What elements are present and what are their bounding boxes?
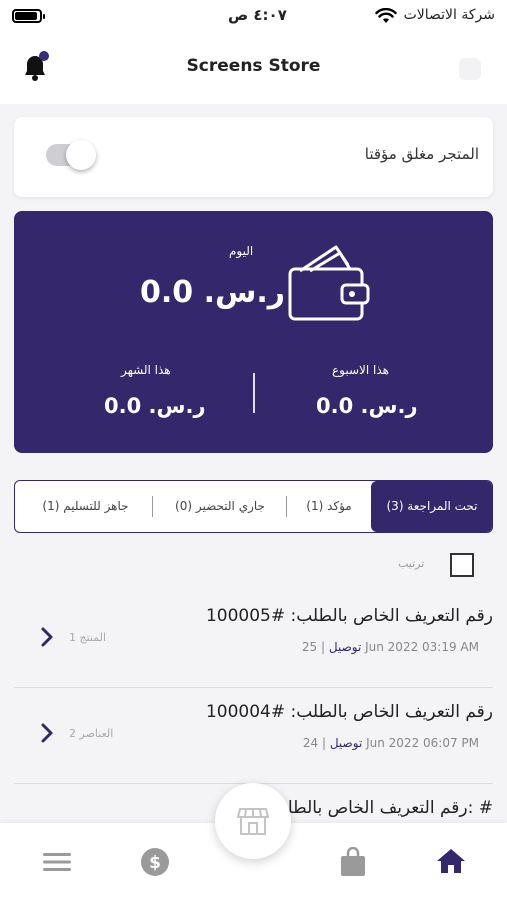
- store-status-label: المتجر مغلق مؤقتا: [364, 145, 479, 163]
- week-value: ر.س. 0.0: [316, 394, 418, 418]
- wifi-icon: [375, 8, 397, 23]
- sort-label: ترتيب: [398, 557, 425, 570]
- meta-separator: |: [317, 640, 326, 654]
- chevron-right-icon: [41, 723, 53, 743]
- order-item[interactable]: 2 العناصر رقم التعريف الخاص بالطلب: #100…: [14, 688, 493, 784]
- order-item[interactable]: 1 المنتج رقم التعريف الخاص بالطلب: #1000…: [14, 592, 493, 688]
- order-item-count: 1 المنتج: [69, 631, 107, 644]
- store-icon: [237, 808, 269, 835]
- today-value: ر.س. 0.0: [140, 275, 286, 310]
- app-header: Screens Store: [0, 34, 507, 104]
- order-id: رقم التعريف الخاص بالطلب: #: [270, 798, 493, 818]
- page-title: Screens Store: [186, 56, 321, 76]
- dollar-icon[interactable]: $: [140, 847, 170, 877]
- today-label: اليوم: [229, 244, 254, 258]
- tab-preparing[interactable]: جاري التحضير (0): [155, 481, 285, 532]
- order-delivery-type: توصيل: [329, 736, 363, 750]
- month-label: هذا الشهر: [121, 363, 171, 377]
- order-delivery-type: توصيل: [328, 640, 362, 654]
- carrier-name: شركة الاتصالات: [403, 7, 495, 23]
- tab-ready-for-delivery[interactable]: جاهز للتسليم (1): [23, 481, 148, 532]
- order-item-count: 2 العناصر: [69, 727, 114, 740]
- svg-text:$: $: [149, 853, 161, 873]
- week-label: هذا الاسبوع: [332, 363, 389, 377]
- order-meta: توصيل | 24 Jun 2022 06:07 PM: [303, 736, 479, 750]
- wallet-icon: [288, 245, 370, 321]
- tab-confirmed[interactable]: مؤكد (1): [287, 481, 371, 532]
- chevron-right-icon: [41, 627, 53, 647]
- store-closed-toggle[interactable]: [46, 140, 96, 170]
- order-id: رقم التعريف الخاص بالطلب: #100004: [205, 702, 493, 722]
- sort-row: ترتيب: [0, 553, 507, 581]
- battery-icon: [12, 9, 45, 23]
- status-time: ٤:٠٧ ص: [228, 6, 287, 24]
- earnings-card: اليوم ر.س. 0.0 هذا الشهر ر.س. 0.0 هذا ال…: [14, 211, 493, 453]
- store-button[interactable]: [215, 783, 291, 859]
- status-bar: ٤:٠٧ ص شركة الاتصالات: [0, 0, 507, 34]
- bag-icon[interactable]: [340, 847, 366, 877]
- store-status-card: المتجر مغلق مؤقتا: [14, 117, 493, 197]
- sort-checkbox[interactable]: [450, 553, 474, 577]
- order-status-tabs: جاهز للتسليم (1) جاري التحضير (0) مؤكد (…: [14, 480, 493, 533]
- tab-separator: [152, 496, 153, 517]
- order-meta: توصيل | 25 Jun 2022 03:19 AM: [302, 640, 479, 654]
- meta-separator: |: [318, 736, 327, 750]
- earnings-divider: [253, 373, 255, 413]
- home-icon[interactable]: [436, 847, 466, 875]
- order-id: رقم التعريف الخاص بالطلب: #100005: [205, 606, 493, 626]
- month-value: ر.س. 0.0: [104, 394, 206, 418]
- toggle-knob: [66, 140, 96, 170]
- menu-icon[interactable]: [43, 851, 71, 873]
- header-action-placeholder: [459, 58, 481, 80]
- tab-under-review[interactable]: تحت المراجعة (3): [371, 481, 492, 532]
